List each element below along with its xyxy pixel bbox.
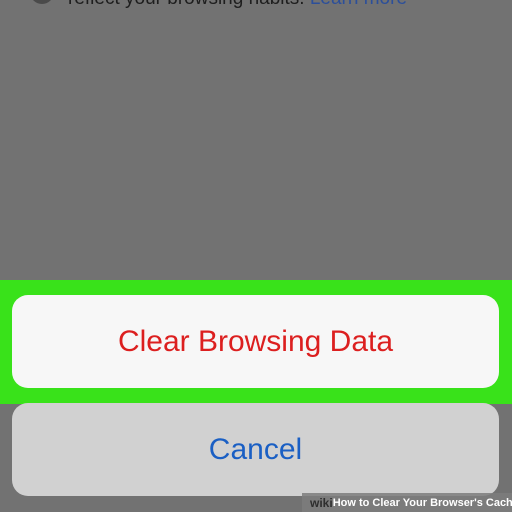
wikihow-watermark: wiki How to Clear Your Browser's Cache xyxy=(302,493,512,512)
clear-browsing-data-button[interactable]: Clear Browsing Data xyxy=(12,295,499,388)
cancel-button[interactable]: Cancel xyxy=(12,403,499,496)
privacy-note-row: reflect your browsing habits. Learn more xyxy=(0,0,512,16)
learn-more-link[interactable]: Learn more xyxy=(310,0,407,9)
cancel-label: Cancel xyxy=(208,432,303,466)
privacy-note-text: reflect your browsing habits. Learn more xyxy=(68,0,407,10)
privacy-note-body: reflect your browsing habits. xyxy=(68,0,310,9)
clear-browsing-data-label: Clear Browsing Data xyxy=(117,324,394,358)
watermark-brand: wiki xyxy=(310,495,333,510)
radio-button-icon[interactable] xyxy=(30,0,54,4)
watermark-title: How to Clear Your Browser's Cache xyxy=(332,496,512,509)
